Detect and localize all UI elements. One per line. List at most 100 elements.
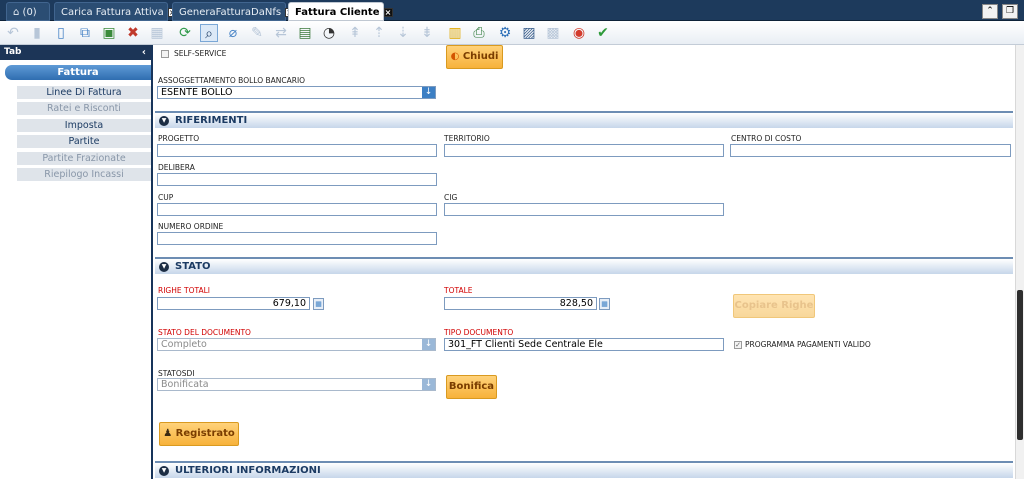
archive-icon[interactable]: ▣ <box>100 24 118 42</box>
previous-record-icon[interactable]: ⇡ <box>370 24 388 42</box>
sidebar-item-imposta[interactable]: Imposta <box>17 119 151 132</box>
history-icon[interactable]: ◔ <box>320 24 338 42</box>
checkmark-icon[interactable]: ✔ <box>594 24 612 42</box>
note-icon[interactable]: ✎ <box>248 24 266 42</box>
section-stato[interactable]: ▼ STATO <box>155 257 1013 274</box>
centro-di-costo-label: CENTRO DI COSTO <box>731 134 802 143</box>
tab-genera-fattura-da-nfs[interactable]: GeneraFatturaDaNfs× <box>172 2 295 21</box>
section-riferimenti[interactable]: ▼ RIFERIMENTI <box>155 111 1013 128</box>
refresh-icon[interactable]: ⟳ <box>176 24 194 42</box>
chevron-left-icon[interactable]: ‹ <box>142 45 146 60</box>
tab-home[interactable]: ⌂ (0) <box>6 2 50 21</box>
close-doc-icon: ◐ <box>450 51 460 62</box>
tab-label: Fattura Cliente <box>295 7 380 18</box>
progetto-field[interactable] <box>157 144 437 157</box>
calculator-icon[interactable]: ▦ <box>599 298 610 310</box>
sidebar-item-partite[interactable]: Partite <box>17 135 151 148</box>
chiudi-label: Chiudi <box>462 51 499 62</box>
delibera-field[interactable] <box>157 173 437 186</box>
programma-pagamenti-label: PROGRAMMA PAGAMENTI VALIDO <box>745 340 871 349</box>
chiudi-button[interactable]: ◐ Chiudi <box>446 45 503 69</box>
calculator-icon[interactable]: ▦ <box>313 298 324 310</box>
bollo-label: ASSOGGETTAMENTO BOLLO BANCARIO <box>158 76 306 85</box>
tab-fattura-cliente[interactable]: Fattura Cliente × <box>288 2 393 21</box>
stato-documento-value: Completo <box>161 339 207 350</box>
collapse-section-icon[interactable]: ▼ <box>159 116 169 126</box>
sidebar-header: Tab ‹ <box>0 45 151 60</box>
centro-di-costo-field[interactable] <box>730 144 1011 157</box>
print-icon[interactable]: ⎙ <box>470 24 488 42</box>
tab-label: Carica Fattura Attiva <box>61 7 164 18</box>
grid-toggle-icon[interactable]: ▤ <box>296 24 314 42</box>
last-record-icon[interactable]: ⇟ <box>418 24 436 42</box>
registrato-button[interactable]: ♟ Registrato <box>159 422 239 446</box>
sidebar-item-riepilogo-incassi[interactable]: Riepilogo Incassi <box>17 168 151 181</box>
user-icon: ♟ <box>163 428 173 439</box>
next-record-icon[interactable]: ⇣ <box>394 24 412 42</box>
restore-window-icon[interactable]: ❐ <box>1002 4 1018 19</box>
bollo-select[interactable]: ESENTE BOLLO ↓ <box>157 86 436 99</box>
numero-ordine-field[interactable] <box>157 232 437 245</box>
tipo-documento-field[interactable]: 301_FT Clienti Sede Centrale Ele <box>444 338 724 351</box>
totale-field[interactable]: 828,50 <box>444 297 597 310</box>
delete-icon[interactable]: ✖ <box>124 24 142 42</box>
section-title: STATO <box>175 261 211 272</box>
statosdi-select[interactable]: Bonificata ↓ <box>157 378 436 391</box>
programma-pagamenti-checkbox[interactable]: ✓ <box>734 341 742 349</box>
righe-totali-field[interactable]: 679,10 <box>157 297 310 310</box>
vertical-scrollbar[interactable] <box>1015 45 1024 479</box>
new-record-icon[interactable]: ▯ <box>52 24 70 42</box>
window-tab-bar: ⌂ (0) Carica Fattura Attiva× GeneraFattu… <box>0 0 1024 21</box>
sidebar: Tab ‹ Fattura Linee Di Fattura Ratei e R… <box>0 45 153 479</box>
chevron-down-icon[interactable]: ↓ <box>422 379 435 390</box>
sidebar-item-partite-frazionate[interactable]: Partite Frazionate <box>17 152 151 165</box>
cig-label: CIG <box>444 193 458 202</box>
toolbar: ↶ ▮ ▯ ⧉ ▣ ✖ ▦ ⟳ ⌕ ⌀ ✎ ⇄ ▤ ◔ ⇞ ⇡ ⇣ ⇟ ▥ ⎙ … <box>0 21 1024 45</box>
report-icon[interactable]: ▨ <box>520 24 538 42</box>
tipo-documento-label: TIPO DOCUMENTO <box>444 328 514 337</box>
collapse-section-icon[interactable]: ▼ <box>159 262 169 272</box>
cup-label: CUP <box>158 193 174 202</box>
copy-icon[interactable]: ▮ <box>28 24 46 42</box>
undo-icon[interactable]: ↶ <box>4 24 22 42</box>
copiare-righe-button[interactable]: Copiare Righe <box>733 294 815 318</box>
bollo-value: ESENTE BOLLO <box>161 87 233 98</box>
tab-carica-fattura-attiva[interactable]: Carica Fattura Attiva× <box>54 2 177 21</box>
search-icon[interactable]: ⌕ <box>200 24 218 42</box>
sidebar-item-fattura[interactable]: Fattura <box>5 65 151 80</box>
sidebar-header-label: Tab <box>4 47 22 57</box>
righe-totali-label: RIGHE TOTALI <box>158 286 211 295</box>
collapse-section-icon[interactable]: ▼ <box>159 466 169 476</box>
link-icon[interactable]: ⇄ <box>272 24 290 42</box>
chevron-down-icon[interactable]: ↓ <box>422 87 435 98</box>
archive-viewer-icon[interactable]: ▩ <box>544 24 562 42</box>
statosdi-label: STATOSDI <box>158 369 195 378</box>
collapse-icon[interactable]: ⌃ <box>982 4 998 19</box>
totale-label: TOTALE <box>444 286 473 295</box>
stato-documento-select[interactable]: Completo ↓ <box>157 338 436 351</box>
close-icon[interactable]: × <box>383 7 393 17</box>
chart-icon[interactable]: ▥ <box>446 24 464 42</box>
self-service-checkbox[interactable] <box>161 50 169 58</box>
sidebar-item-ratei-e-risconti[interactable]: Ratei e Risconti <box>17 102 151 115</box>
cup-field[interactable] <box>157 203 437 216</box>
section-ulteriori-informazioni[interactable]: ▼ ULTERIORI INFORMAZIONI <box>155 461 1013 478</box>
duplicate-icon[interactable]: ⧉ <box>76 24 94 42</box>
tab-home-label: (0) <box>22 7 37 18</box>
cig-field[interactable] <box>444 203 724 216</box>
sidebar-item-linee-di-fattura[interactable]: Linee Di Fattura <box>17 86 151 99</box>
workflow-icon[interactable]: ◉ <box>570 24 588 42</box>
delibera-label: DELIBERA <box>158 163 195 172</box>
bonifica-button[interactable]: Bonifica <box>446 375 497 399</box>
main-form: SELF-SERVICE ◐ Chiudi ASSOGGETTAMENTO BO… <box>153 45 1015 479</box>
process-icon[interactable]: ⚙ <box>496 24 514 42</box>
attachment-icon[interactable]: ⌀ <box>224 24 242 42</box>
section-title: ULTERIORI INFORMAZIONI <box>175 465 321 476</box>
territorio-field[interactable] <box>444 144 724 157</box>
territorio-label: TERRITORIO <box>444 134 490 143</box>
scrollbar-thumb[interactable] <box>1017 290 1023 440</box>
save-icon[interactable]: ▦ <box>148 24 166 42</box>
chevron-down-icon[interactable]: ↓ <box>422 339 435 350</box>
first-record-icon[interactable]: ⇞ <box>346 24 364 42</box>
progetto-label: PROGETTO <box>158 134 200 143</box>
